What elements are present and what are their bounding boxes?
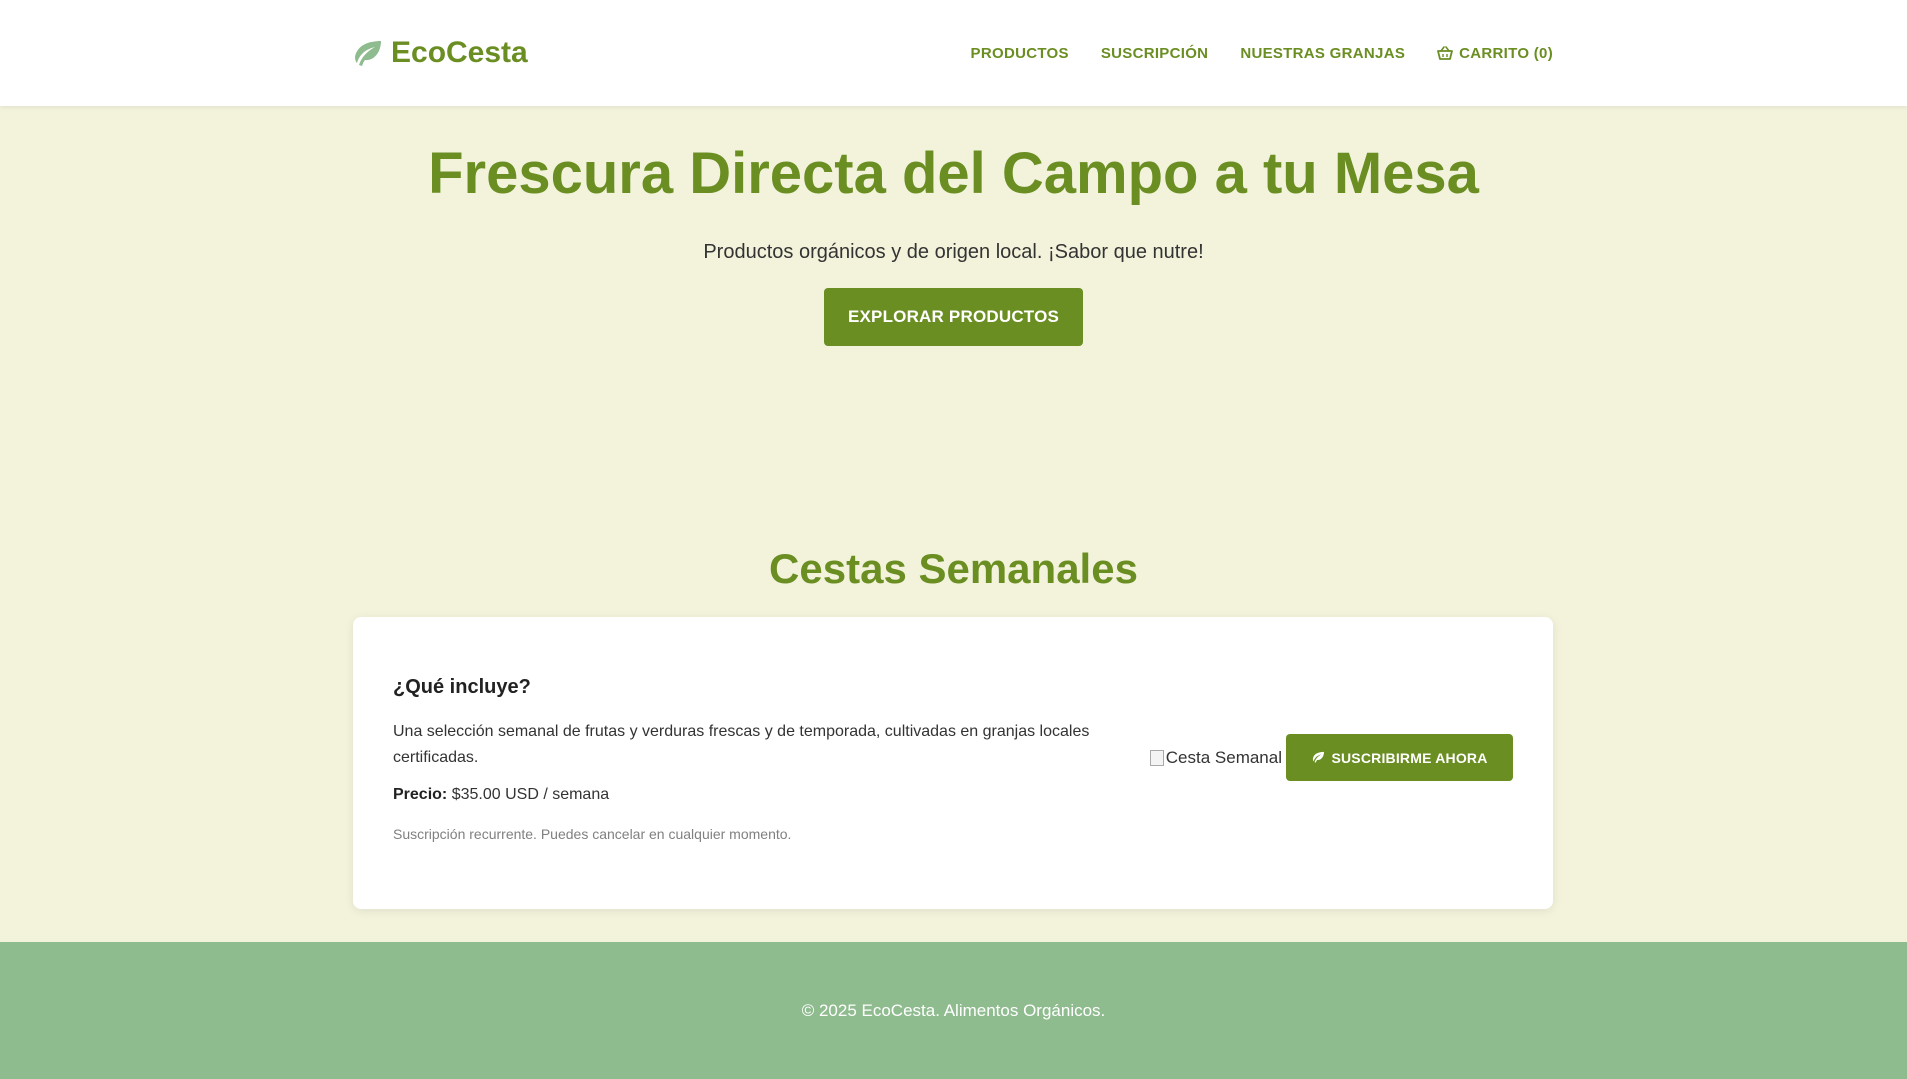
- footer-copyright: © 2025 EcoCesta. Alimentos Orgánicos.: [801, 1001, 1106, 1020]
- price-label: Precio:: [393, 786, 448, 803]
- nav-cart-link[interactable]: CARRITO (0): [1437, 45, 1553, 62]
- price-value: $35.00 USD / semana: [451, 786, 610, 803]
- card-note: Suscripción recurrente. Puedes cancelar …: [393, 826, 792, 842]
- section-title: Cestas Semanales: [769, 545, 1138, 592]
- card-description: Una selección semanal de frutas y verdur…: [393, 723, 1090, 766]
- card-actions: Cesta Semanal SUSCRIBIRME AHORA: [1149, 734, 1513, 781]
- main-nav: PRODUCTOS SUSCRIPCIÓN NUESTRAS GRANJAS C…: [971, 0, 1553, 106]
- hero-tagline: Productos orgánicos y de origen local. ¡…: [703, 241, 1204, 263]
- page: EcoCesta PRODUCTOS SUSCRIPCIÓN NUESTRAS …: [0, 0, 1907, 1079]
- leaf-icon: [351, 39, 383, 67]
- brand-logo-link[interactable]: EcoCesta: [351, 36, 528, 70]
- brand-name: EcoCesta: [391, 36, 528, 69]
- basket-image-alt: Cesta Semanal: [1165, 747, 1282, 767]
- leaf-icon: [1311, 750, 1325, 766]
- card-price: Precio: $35.00 USD / semana: [393, 785, 1113, 805]
- basket-image: Cesta Semanal: [1149, 746, 1282, 770]
- nav-productos-link[interactable]: PRODUCTOS: [971, 45, 1069, 62]
- subscribe-button[interactable]: SUSCRIBIRME AHORA: [1286, 734, 1513, 781]
- subscription-card: ¿Qué incluye? Una selección semanal de f…: [353, 617, 1553, 909]
- site-header: EcoCesta PRODUCTOS SUSCRIPCIÓN NUESTRAS …: [0, 0, 1907, 106]
- explore-products-button[interactable]: EXPLORAR PRODUCTOS: [824, 288, 1083, 346]
- nav-suscripcion-link[interactable]: SUSCRIPCIÓN: [1101, 45, 1208, 62]
- card-heading: ¿Qué incluye?: [393, 676, 531, 698]
- cart-label: CARRITO (0): [1459, 44, 1553, 62]
- nav-granjas-link[interactable]: NUESTRAS GRANJAS: [1240, 45, 1405, 62]
- hero-title: Frescura Directa del Campo a tu Mesa: [428, 141, 1479, 206]
- hero-section: Frescura Directa del Campo a tu Mesa Pro…: [0, 106, 1907, 346]
- card-info: ¿Qué incluye? Una selección semanal de f…: [393, 675, 1113, 843]
- broken-image-icon: [1149, 749, 1164, 766]
- subscribe-button-label: SUSCRIBIRME AHORA: [1331, 749, 1488, 766]
- site-footer: © 2025 EcoCesta. Alimentos Orgánicos.: [0, 942, 1907, 1079]
- basket-icon: [1437, 46, 1454, 60]
